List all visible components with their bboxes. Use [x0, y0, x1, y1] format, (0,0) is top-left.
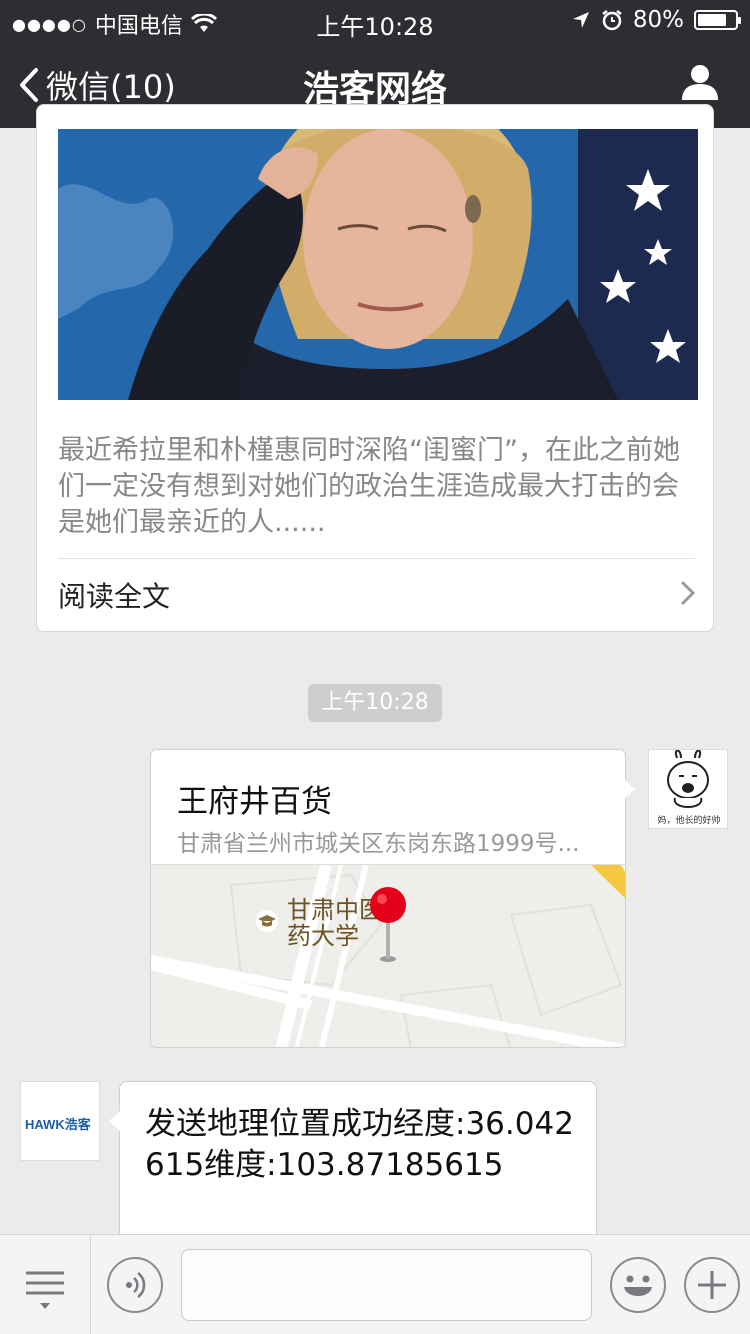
chat-timestamp: 上午10:28 — [308, 684, 442, 722]
battery-percent: 80% — [632, 7, 684, 33]
sender-avatar[interactable]: HAWK浩客 — [20, 1081, 100, 1161]
profile-button[interactable] — [680, 62, 720, 106]
message-input[interactable] — [181, 1249, 592, 1321]
card-divider — [58, 558, 695, 559]
emoji-icon — [624, 1275, 652, 1296]
menu-icon — [26, 1271, 64, 1309]
emoji-button[interactable] — [610, 1257, 666, 1313]
toolbar-separator — [90, 1235, 91, 1334]
input-toolbar — [0, 1234, 750, 1334]
article-excerpt: 最近希拉里和朴槿惠同时深陷“闺蜜门”，在此之前她们一定没有想到对她们的政治生涯造… — [58, 435, 680, 538]
user-icon — [682, 65, 718, 100]
school-icon — [256, 910, 278, 932]
map-pin-icon — [370, 887, 406, 962]
my-avatar[interactable]: 妈，他长的好帅 — [648, 749, 728, 829]
menu-button[interactable] — [24, 1269, 66, 1315]
plus-icon — [698, 1271, 726, 1299]
status-right: 80% — [571, 7, 741, 33]
alarm-icon — [602, 10, 622, 31]
message-text: 发送地理位置成功经度:36.042615维度:103.87185615 — [145, 1106, 574, 1183]
cartoon-avatar-icon — [667, 749, 709, 808]
article-image — [58, 129, 698, 400]
location-bubble-tail — [624, 779, 635, 799]
incoming-bubble-tail — [109, 1111, 120, 1131]
location-message[interactable]: 王府井百货 甘肃省兰州市城关区东岗东路1999号... 甘肃中医 药大学 — [150, 749, 626, 1048]
battery-fill — [698, 14, 726, 26]
voice-icon — [126, 1272, 146, 1298]
article-photo — [58, 129, 698, 400]
location-name: 王府井百货 — [177, 784, 332, 820]
more-button[interactable] — [684, 1257, 740, 1313]
article-card[interactable]: 最近希拉里和朴槿惠同时深陷“闺蜜门”，在此之前她们一定没有想到对她们的政治生涯造… — [36, 104, 714, 632]
sender-logo: HAWK浩客 — [25, 1117, 91, 1132]
voice-button[interactable] — [107, 1257, 163, 1313]
read-more-link[interactable]: 阅读全文 — [58, 575, 170, 615]
location-arrow-icon — [572, 12, 589, 28]
battery-icon — [694, 10, 741, 30]
status-bar: ●●●●○ 中国电信 上午10:28 80% — [0, 0, 750, 41]
avatar-caption: 妈，他长的好帅 — [657, 816, 721, 826]
location-map[interactable]: 甘肃中医 药大学 — [151, 863, 625, 1047]
chevron-right-icon — [681, 581, 695, 605]
location-address: 甘肃省兰州市城关区东岗东路1999号... — [177, 831, 580, 857]
